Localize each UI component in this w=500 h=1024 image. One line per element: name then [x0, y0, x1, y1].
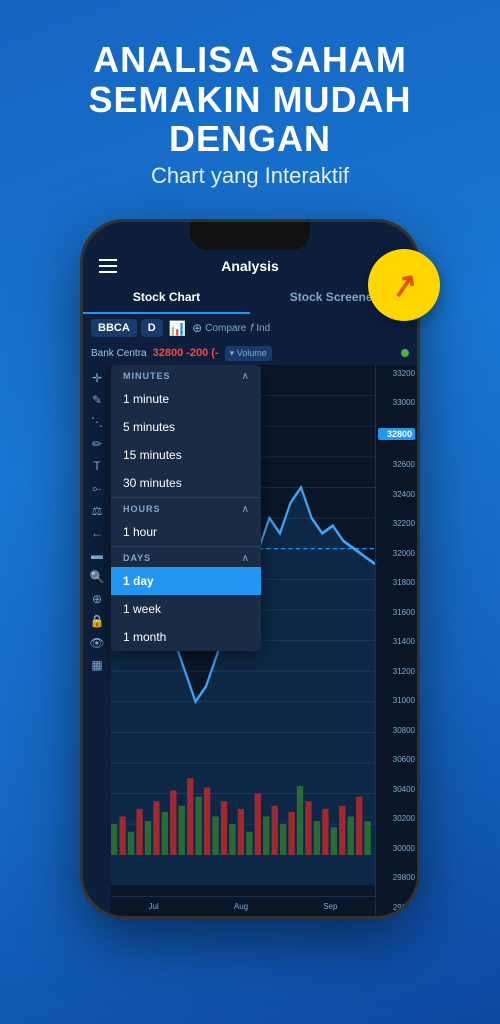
price-33200: 33200: [378, 369, 415, 378]
magnet-icon[interactable]: ⊕: [92, 592, 102, 606]
pencil-icon[interactable]: ✏: [92, 437, 102, 451]
price-30000: 30000: [378, 844, 415, 853]
line-icon[interactable]: ▬: [91, 548, 103, 562]
chart-area: ✛ ✎ ⋱ ✏ T ⟜ ⚖ ← ▬ 🔍 ⊕ 🔒 👁 ▦: [83, 365, 417, 916]
tabs-row: Stock Chart Stock Screener: [83, 282, 417, 314]
back-icon[interactable]: ←: [91, 526, 103, 540]
time-label-sep: Sep: [323, 902, 337, 911]
price-current: 32800: [378, 428, 415, 440]
dropdown-1min[interactable]: 1 minute: [111, 385, 261, 413]
price-32600: 32600: [378, 460, 415, 469]
price-30800: 30800: [378, 726, 415, 735]
stock-info-bar: Bank Centra 32800 -200 (- ▾ Volume: [83, 343, 417, 365]
price-32000: 32000: [378, 549, 415, 558]
eye-icon[interactable]: 👁: [89, 636, 104, 650]
price-31600: 31600: [378, 608, 415, 617]
fib-icon[interactable]: ⟜: [92, 481, 102, 496]
days-chevron: ∧: [242, 553, 249, 564]
period-dropdown: MINUTES ∧ 1 minute 5 minutes 15 minutes …: [111, 365, 261, 651]
price-30600: 30600: [378, 755, 415, 764]
lock-icon[interactable]: 🔒: [90, 614, 105, 628]
price-30400: 30400: [378, 785, 415, 794]
ticker-button[interactable]: BBCA: [91, 319, 137, 337]
zoom-icon[interactable]: 🔍: [90, 570, 105, 584]
trend-badge: ↗: [368, 249, 440, 321]
hours-chevron: ∧: [242, 504, 249, 515]
trendline-icon[interactable]: ⋱: [91, 415, 103, 429]
price-31200: 31200: [378, 667, 415, 676]
phone-frame: Analysis Stock Chart Stock Screener BBCA…: [80, 219, 420, 919]
price-29800: 29800: [378, 873, 415, 882]
volume-badge[interactable]: ▾ Volume: [225, 346, 272, 361]
dropdown-1month[interactable]: 1 month: [111, 623, 261, 651]
period-button[interactable]: D: [141, 319, 163, 337]
nav-title: Analysis: [221, 258, 279, 274]
hamburger-menu[interactable]: [99, 259, 117, 273]
price-31800: 31800: [378, 578, 415, 587]
hero-section: ANALISA SAHAM SEMAKIN MUDAH DENGAN Chart…: [0, 0, 500, 209]
phone-notch: [190, 222, 310, 250]
price-31400: 31400: [378, 637, 415, 646]
text-icon[interactable]: T: [93, 459, 100, 473]
dropdown-30min[interactable]: 30 minutes: [111, 469, 261, 497]
price-29600: 29600: [378, 903, 415, 912]
stock-name: Bank Centra: [91, 348, 147, 359]
nav-header: Analysis: [83, 250, 417, 282]
dropdown-5min[interactable]: 5 minutes: [111, 413, 261, 441]
grid-icon[interactable]: ▦: [91, 658, 102, 672]
time-label-jul: Jul: [149, 902, 159, 911]
draw-icon[interactable]: ✎: [92, 393, 102, 407]
minutes-label: MINUTES: [123, 371, 171, 381]
tab-stock-chart[interactable]: Stock Chart: [83, 282, 250, 314]
minutes-section-header: MINUTES ∧: [111, 365, 261, 385]
hero-title-line1: ANALISA SAHAM: [20, 40, 480, 80]
crosshair-icon[interactable]: ✛: [92, 371, 102, 385]
live-indicator: [401, 349, 409, 357]
dropdown-1week[interactable]: 1 week: [111, 595, 261, 623]
indicator-button[interactable]: 𝑓 Ind: [250, 323, 270, 334]
measure-icon[interactable]: ⚖: [92, 504, 103, 518]
hero-subtitle: Chart yang Interaktif: [20, 163, 480, 189]
price-31000: 31000: [378, 696, 415, 705]
chart-toolbar: BBCA D 📊 ⊕ Compare 𝑓 Ind: [83, 314, 417, 343]
phone-wrapper: ↗ Analysis Stock Chart Stock Screener: [80, 219, 420, 919]
left-toolbar: ✛ ✎ ⋱ ✏ T ⟜ ⚖ ← ▬ 🔍 ⊕ 🔒 👁 ▦: [83, 365, 111, 916]
days-label: DAYS: [123, 553, 151, 563]
hero-title-line2: SEMAKIN MUDAH DENGAN: [20, 80, 480, 159]
dropdown-15min[interactable]: 15 minutes: [111, 441, 261, 469]
price-32200: 32200: [378, 519, 415, 528]
dropdown-1hour[interactable]: 1 hour: [111, 518, 261, 546]
hours-section-header: HOURS ∧: [111, 498, 261, 518]
time-label-aug: Aug: [234, 902, 248, 911]
stock-price: 32800 -200 (-: [153, 347, 219, 359]
price-30200: 30200: [378, 814, 415, 823]
trend-icon: ↗: [387, 264, 420, 306]
days-section-header: DAYS ∧: [111, 547, 261, 567]
minutes-chevron: ∧: [242, 371, 249, 382]
dropdown-1day[interactable]: 1 day: [111, 567, 261, 595]
price-33000: 33000: [378, 398, 415, 407]
time-axis: Jul Aug Sep: [111, 896, 375, 916]
phone-screen: Analysis Stock Chart Stock Screener BBCA…: [83, 222, 417, 916]
chart-type-icon[interactable]: 📊: [167, 318, 188, 339]
price-32400: 32400: [378, 490, 415, 499]
price-axis: 33200 33000 32800 32600 32400 32200 3200…: [375, 365, 417, 916]
compare-button[interactable]: ⊕ Compare: [192, 321, 246, 335]
hours-label: HOURS: [123, 504, 161, 514]
